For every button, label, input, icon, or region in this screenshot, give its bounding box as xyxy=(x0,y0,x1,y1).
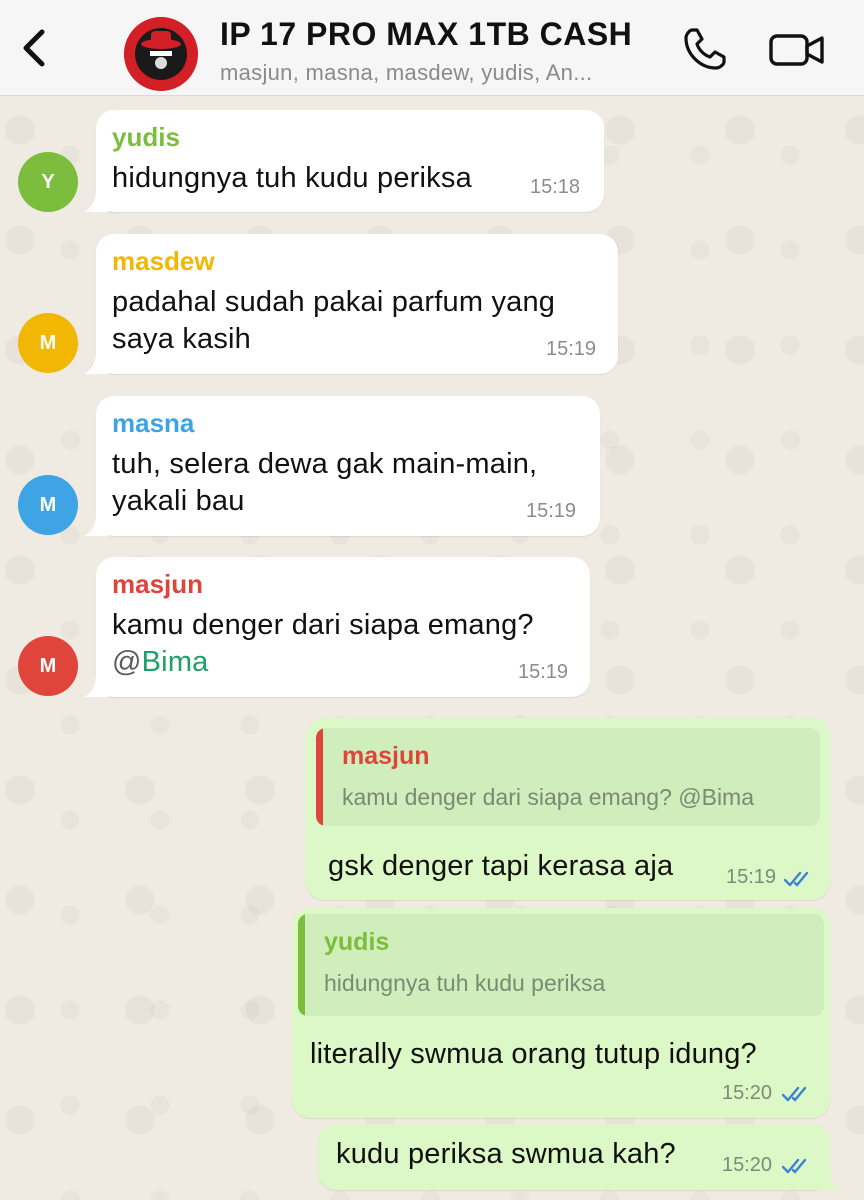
incoming-message[interactable]: yudis hidungnya tuh kudu periksa 15:18 xyxy=(84,110,604,212)
message-text: gsk denger tapi kerasa aja xyxy=(328,850,674,882)
message-text: hidungnya tuh kudu periksa xyxy=(112,162,472,194)
message-time: 15:20 xyxy=(722,1154,773,1176)
message-time: 15:19 xyxy=(518,661,569,683)
bubble-tail xyxy=(84,675,108,697)
outgoing-message[interactable]: kudu periksa swmua kah? 15:20 xyxy=(318,1124,842,1190)
chat-title[interactable]: IP 17 PRO MAX 1TB CASH xyxy=(220,16,632,53)
group-avatar[interactable] xyxy=(124,17,198,91)
quoted-text: kamu denger dari siapa emang? @Bima xyxy=(342,784,755,810)
quote-bar xyxy=(316,728,323,826)
double-check-icon xyxy=(782,1086,807,1102)
message-sender[interactable]: masjun xyxy=(112,569,203,600)
outgoing-message[interactable]: yudis hidungnya tuh kudu periksa literal… xyxy=(292,908,830,1118)
outgoing-message[interactable]: masjun kamu denger dari siapa emang? @Bi… xyxy=(306,718,830,900)
quoted-text: hidungnya tuh kudu periksa xyxy=(324,970,606,996)
message-sender[interactable]: masna xyxy=(112,408,194,439)
quoted-reply[interactable]: yudis hidungnya tuh kudu periksa xyxy=(298,914,824,1016)
group-avatar-image xyxy=(124,17,198,91)
quoted-sender: yudis xyxy=(324,928,390,956)
avatar-masdew[interactable]: M xyxy=(18,313,78,373)
quote-bar xyxy=(298,914,305,1016)
message-text-line: padahal sudah pakai parfum yang xyxy=(112,286,556,318)
message-sender[interactable]: masdew xyxy=(112,246,215,277)
avatar-masna[interactable]: M xyxy=(18,475,78,535)
mention-link[interactable]: Bima xyxy=(142,646,209,678)
message-time: 15:19 xyxy=(726,866,777,888)
video-camera-icon xyxy=(769,34,824,66)
video-call-button[interactable] xyxy=(768,28,826,72)
message-text-line: kamu denger dari siapa emang? xyxy=(112,609,534,641)
incoming-message[interactable]: masna tuh, selera dewa gak main-main, ya… xyxy=(84,396,600,536)
chat-header: IP 17 PRO MAX 1TB CASH masjun, masna, ma… xyxy=(0,0,864,96)
message-text-line: saya kasih xyxy=(112,323,252,355)
bubble-tail xyxy=(84,352,108,374)
message-time: 15:19 xyxy=(546,338,597,360)
message-sender[interactable]: yudis xyxy=(112,122,180,153)
message-text: literally swmua orang tutup idung? xyxy=(310,1038,757,1070)
message-time: 15:20 xyxy=(722,1082,773,1104)
chat-participants[interactable]: masjun, masna, masdew, yudis, An... xyxy=(220,60,592,86)
bubble-tail xyxy=(84,514,108,536)
bubble-tail xyxy=(84,190,108,212)
voice-call-button[interactable] xyxy=(680,24,730,74)
message-time: 15:18 xyxy=(530,176,581,198)
incoming-message[interactable]: masdew padahal sudah pakai parfum yang s… xyxy=(84,234,618,374)
chevron-left-icon xyxy=(23,29,45,67)
back-button[interactable] xyxy=(10,18,60,78)
incoming-message[interactable]: masjun kamu denger dari siapa emang? @Bi… xyxy=(84,557,590,697)
quoted-reply[interactable]: masjun kamu denger dari siapa emang? @Bi… xyxy=(316,728,820,826)
phone-icon xyxy=(684,28,726,70)
mention-line: @Bima xyxy=(112,644,209,681)
message-text-line: tuh, selera dewa gak main-main, xyxy=(112,448,538,480)
message-text-line: yakali bau xyxy=(112,485,245,517)
avatar-yudis[interactable]: Y xyxy=(18,152,78,212)
double-check-icon xyxy=(784,871,809,887)
bubble-tail xyxy=(818,1168,842,1190)
mention-at-sign: @ xyxy=(112,646,142,678)
message-text: kudu periksa swmua kah? xyxy=(336,1138,676,1170)
avatar-masjun[interactable]: M xyxy=(18,636,78,696)
quoted-sender: masjun xyxy=(342,742,430,770)
double-check-icon xyxy=(782,1158,807,1174)
message-time: 15:19 xyxy=(526,500,577,522)
